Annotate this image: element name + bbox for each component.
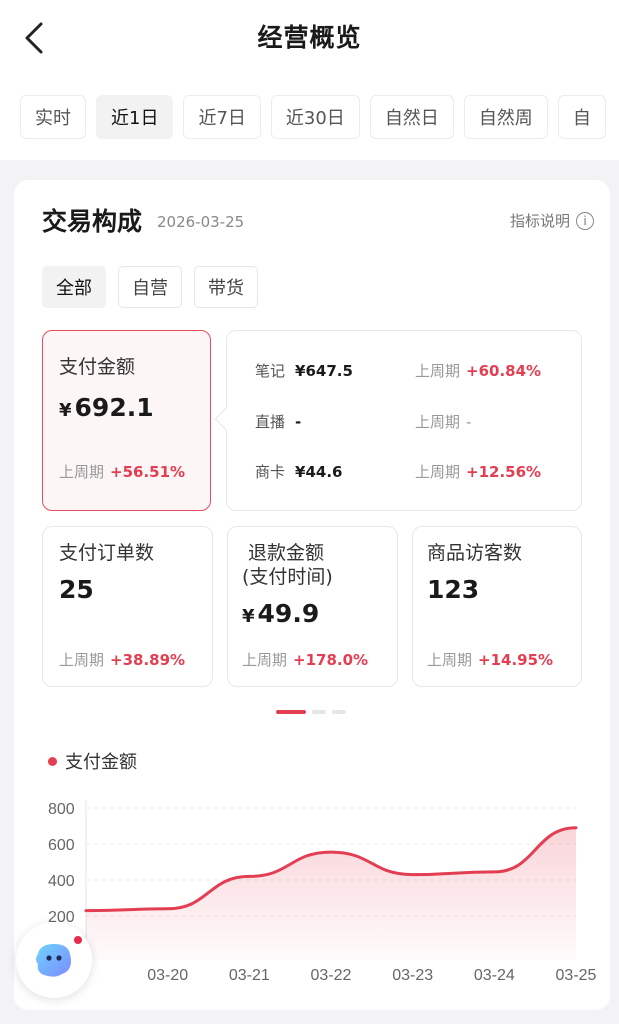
prev-label: 上周期	[415, 362, 461, 380]
breakdown-card-value: ¥44.6	[295, 463, 343, 481]
card-title: 交易构成	[42, 207, 143, 236]
breakdown-card-change: +12.56%	[466, 463, 542, 481]
metric-help-label: 指标说明	[509, 212, 570, 230]
pay-amount-chart: 80060040020003-20 03-21 03-22 03-23 03-24 03-…	[48, 800, 597, 984]
tab-last-30-days[interactable]: 近30日	[270, 95, 360, 139]
prev-label: 上周期	[415, 463, 461, 481]
tab-last-1-day[interactable]: 近1日	[96, 95, 174, 139]
refund-card[interactable]: 退款金额 (支付时间) ¥49.9 上周期 +178.0%	[227, 526, 398, 687]
tab-natural-month[interactable]: 自	[557, 95, 606, 139]
orders-change: +38.89%	[110, 651, 186, 669]
breakdown-notes-prev: 上周期 +60.84%	[415, 360, 541, 381]
date-range-tabs: 实时 近1日 近7日 近30日 自然日 自然周 自	[20, 95, 619, 141]
x-tick-label: 03-23	[392, 967, 433, 984]
pay-amount-card[interactable]: 支付金额 ¥692.1 上周期 +56.51%	[42, 330, 211, 511]
refund-label-line2: (支付时间)	[242, 566, 333, 588]
breakdown-live-prev: 上周期 -	[415, 411, 471, 432]
orders-card[interactable]: 支付订单数 25 上周期 +38.89%	[42, 526, 213, 687]
visitors-label: 商品访客数	[427, 542, 523, 564]
visitors-card[interactable]: 商品访客数 123 上周期 +14.95%	[412, 526, 582, 687]
legend-dot-icon	[48, 756, 57, 766]
orders-label: 支付订单数	[59, 542, 155, 564]
assistant-mascot-icon	[36, 944, 71, 977]
pay-amount-breakdown: 笔记 ¥647.5 上周期 +60.84% 直播 - 上周期 - 商卡 ¥44.6 上周期…	[214, 330, 582, 511]
x-tick-label: 03-25	[556, 967, 597, 984]
refund-number: 49.9	[257, 599, 320, 628]
refund-label: 退款金额 (支付时间)	[242, 541, 333, 589]
visitors-change: +14.95%	[478, 651, 554, 669]
page-dot-active	[276, 710, 306, 714]
top-bar: 经营概览 实时 近1日 近7日 近30日 自然日 自然周 自	[0, 0, 619, 160]
prev-label: 上周期	[427, 651, 473, 669]
tab-last-7-days[interactable]: 近7日	[183, 95, 261, 139]
tab-natural-day[interactable]: 自然日	[369, 95, 454, 139]
refund-prev: 上周期 +178.0%	[242, 649, 368, 670]
breakdown-live-value: -	[295, 413, 302, 431]
orders-prev: 上周期 +38.89%	[59, 649, 185, 670]
filter-all[interactable]: 全部	[42, 266, 106, 308]
pay-amount-prev: 上周期 +56.51%	[59, 461, 185, 482]
card-date: 2026-03-25	[157, 213, 245, 231]
breakdown-notes-change: +60.84%	[466, 362, 542, 380]
filter-affiliate[interactable]: 带货	[194, 266, 258, 308]
page-indicator	[276, 710, 346, 714]
breakdown-row-notes: 笔记 ¥647.5	[255, 360, 353, 381]
refund-label-line1: 退款金额	[248, 542, 325, 564]
x-tick-label: 03-24	[474, 967, 515, 984]
prev-label: 上周期	[59, 463, 105, 481]
prev-label: 上周期	[242, 651, 288, 669]
x-tick-label: 03-20	[147, 967, 188, 984]
breakdown-row-product-card: 商卡 ¥44.6	[255, 461, 342, 482]
bubble-arrow	[214, 407, 238, 431]
visitors-value: 123	[427, 575, 480, 604]
breakdown-card-label: 商卡	[255, 463, 286, 481]
filter-self-operated[interactable]: 自营	[118, 266, 182, 308]
chart-legend: 支付金额	[48, 748, 137, 774]
breakdown-row-live: 直播 -	[255, 411, 301, 432]
tab-realtime[interactable]: 实时	[20, 95, 86, 139]
orders-value: 25	[59, 575, 94, 604]
y-tick-label: 400	[48, 873, 75, 890]
refund-change: +178.0%	[293, 651, 369, 669]
channel-filters: 全部 自营 带货	[42, 266, 258, 308]
breakdown-notes-value: ¥647.5	[295, 362, 353, 380]
breakdown-live-label: 直播	[255, 413, 286, 431]
info-icon: i	[576, 211, 594, 230]
prev-label: 上周期	[59, 651, 105, 669]
x-tick-label: 03-21	[229, 967, 270, 984]
prev-label: 上周期	[415, 413, 461, 431]
y-tick-label: 800	[48, 801, 75, 818]
pay-amount-label: 支付金额	[59, 356, 136, 378]
area-fill	[86, 827, 576, 960]
page-dot	[312, 710, 326, 714]
assistant-button[interactable]	[16, 922, 92, 998]
page-dot	[332, 710, 346, 714]
breakdown-notes-label: 笔记	[255, 362, 286, 380]
visitors-prev: 上周期 +14.95%	[427, 649, 553, 670]
metric-help-link[interactable]: 指标说明 i	[510, 210, 594, 231]
page-title: 经营概览	[257, 23, 362, 52]
y-tick-label: 600	[48, 837, 75, 854]
pay-amount-number: 692.1	[74, 393, 154, 422]
pay-amount-change: +56.51%	[110, 463, 186, 481]
x-tick-label: 03-22	[311, 967, 352, 984]
breakdown-card-prev: 上周期 +12.56%	[415, 461, 541, 482]
tab-natural-week[interactable]: 自然周	[463, 95, 548, 139]
legend-label: 支付金额	[65, 752, 137, 773]
breakdown-live-change: -	[466, 413, 472, 431]
notification-dot	[72, 934, 84, 946]
pay-amount-value: ¥692.1	[59, 393, 154, 422]
currency-symbol: ¥	[242, 606, 255, 627]
currency-symbol: ¥	[59, 400, 72, 421]
refund-value: ¥49.9	[242, 599, 319, 628]
transaction-card: 交易构成 2026-03-25 指标说明 i 全部 自营 带货 支付金额 ¥69…	[14, 180, 610, 1010]
